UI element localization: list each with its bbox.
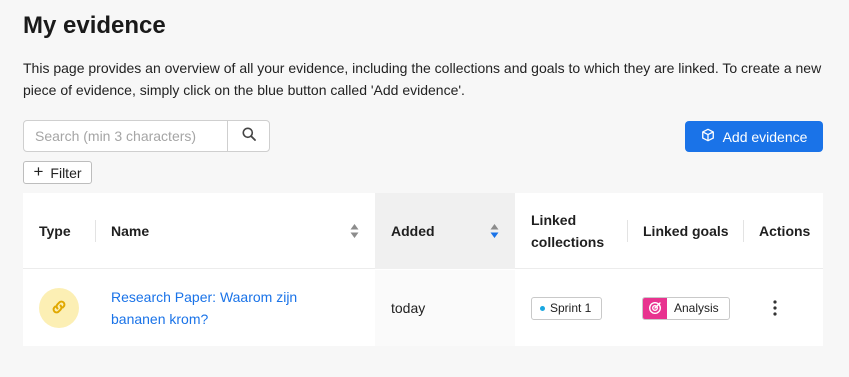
column-header-linked-goals-label: Linked goals (643, 223, 729, 239)
search-icon (242, 127, 256, 146)
sort-icon[interactable] (350, 223, 359, 239)
column-header-actions-label: Actions (759, 223, 811, 239)
goal-chip-label: Analysis (674, 301, 719, 315)
column-header-linked-collections: Linked collections (515, 193, 627, 269)
collection-dot-icon (540, 305, 545, 311)
add-evidence-label: Add evidence (722, 128, 808, 145)
filter-button[interactable]: + Filter (23, 161, 92, 184)
actions-cell (743, 270, 823, 346)
added-cell: today (375, 270, 515, 346)
column-header-name[interactable]: Name (95, 193, 375, 269)
table-header: Type Name Added Linked collections Linke… (23, 193, 823, 269)
search-bar (23, 120, 270, 152)
column-header-actions: Actions (743, 193, 823, 269)
added-date: today (391, 300, 426, 316)
evidence-table: Type Name Added Linked collections Linke… (23, 193, 823, 346)
name-cell: Research Paper: Waarom zijn bananen krom… (95, 270, 375, 346)
sort-descending-icon[interactable] (490, 223, 499, 239)
linked-goals-cell: Analysis (627, 270, 743, 346)
search-button[interactable] (227, 121, 269, 151)
search-input[interactable] (24, 121, 227, 151)
collection-chip-label: Sprint 1 (550, 301, 592, 315)
type-badge (39, 288, 79, 328)
column-header-linked-goals: Linked goals (627, 193, 743, 269)
add-evidence-button[interactable]: Add evidence (685, 121, 823, 152)
evidence-name-link[interactable]: Research Paper: Waarom zijn bananen krom… (111, 286, 345, 330)
target-icon (643, 297, 667, 319)
more-options-icon[interactable] (765, 296, 785, 320)
table-row[interactable]: Research Paper: Waarom zijn bananen krom… (23, 270, 823, 346)
column-header-name-label: Name (111, 223, 150, 239)
column-header-linked-collections-label: Linked collections (531, 212, 605, 250)
page-description: This page provides an overview of all yo… (23, 60, 822, 98)
filter-label: Filter (50, 164, 82, 181)
goal-chip[interactable]: Analysis (642, 296, 730, 320)
collection-chip[interactable]: Sprint 1 (531, 296, 603, 320)
link-icon (50, 298, 68, 319)
page-title: My evidence (23, 12, 166, 39)
column-header-type-label: Type (39, 223, 71, 239)
plus-icon: + (33, 162, 44, 181)
type-cell (23, 270, 95, 346)
column-header-added-label: Added (391, 223, 435, 239)
cube-icon (701, 128, 715, 145)
linked-collections-cell: Sprint 1 (515, 270, 627, 346)
column-header-type: Type (23, 193, 95, 269)
column-header-added[interactable]: Added (375, 193, 515, 269)
